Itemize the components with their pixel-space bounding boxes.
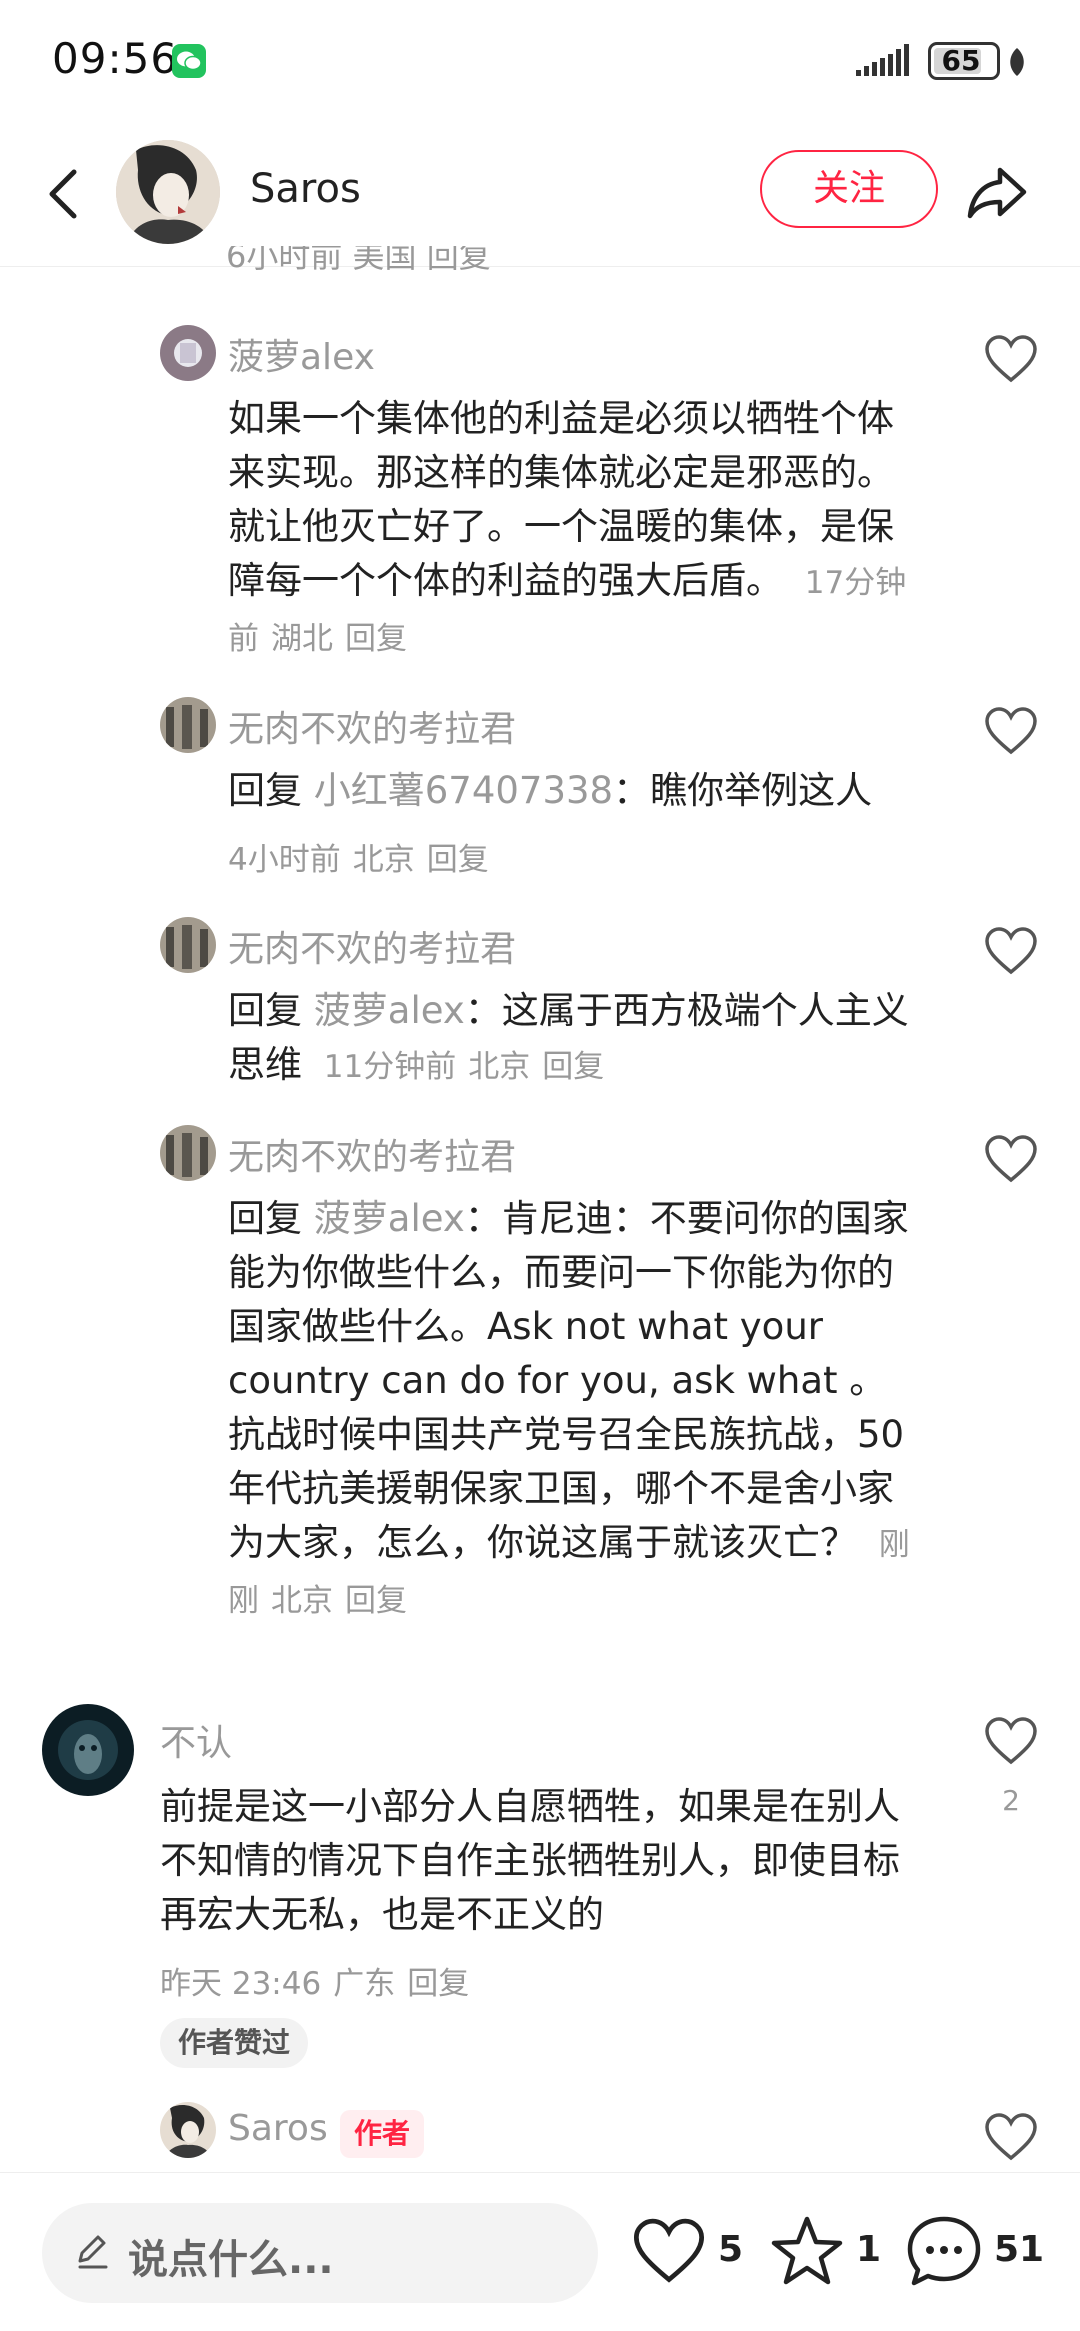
reply-link[interactable]: 回复 xyxy=(345,621,407,657)
reply-link[interactable]: 回复 xyxy=(407,1966,469,2002)
comment-input[interactable]: 说点什么... xyxy=(42,2203,598,2303)
share-icon xyxy=(967,167,1027,219)
heart-icon xyxy=(985,1717,1037,1765)
comment-body: ：肯尼迪：不要问你的国家能为你做些什么，而要问一下你能为你的国家做些什么。Ask… xyxy=(228,1197,909,1564)
heart-icon xyxy=(985,2113,1037,2161)
share-button[interactable] xyxy=(962,158,1032,228)
author-liked-badge: 作者赞过 xyxy=(160,2018,309,2068)
comment-username[interactable]: 不认 xyxy=(160,1714,232,1766)
comment-location: 北京 xyxy=(271,1583,333,1619)
reply-link[interactable]: 回复 xyxy=(427,842,489,878)
wechat-notification-icon xyxy=(172,44,206,78)
comment-input-placeholder: 说点什么... xyxy=(128,2237,334,2283)
author-name[interactable]: Saros xyxy=(250,166,361,212)
pencil-icon xyxy=(78,2235,108,2269)
reply-target-user[interactable]: 菠萝alex xyxy=(314,989,465,1032)
comment-body: ：瞧你举例这人 xyxy=(613,769,873,812)
back-button[interactable] xyxy=(34,158,94,228)
comment-meta: 昨天 23:46 广东 回复 xyxy=(160,1958,481,2003)
power-saving-leaf-icon xyxy=(1010,48,1024,76)
reply-target-user[interactable]: 菠萝alex xyxy=(314,1197,465,1240)
comment-time: 昨天 23:46 xyxy=(160,1966,322,2002)
avatar[interactable] xyxy=(160,325,216,381)
chevron-left-icon xyxy=(49,169,77,219)
comments-button[interactable]: 51 xyxy=(906,2207,1056,2297)
comment-text: 回复 小红薯67407338：瞧你举例这人 xyxy=(228,764,928,818)
comment-username[interactable]: 菠萝alex xyxy=(228,328,375,380)
comment-username[interactable]: 无肉不欢的考拉君 xyxy=(228,700,516,752)
heart-icon xyxy=(985,335,1037,383)
status-bar: 09:56 65 xyxy=(0,0,1080,130)
comment-username[interactable]: 无肉不欢的考拉君 xyxy=(228,920,516,972)
collect-count: 1 xyxy=(856,2229,882,2270)
comment-location: 广东 xyxy=(333,1966,396,2002)
comment-username[interactable]: Saros xyxy=(228,2108,328,2149)
comment-bubble-icon xyxy=(907,2216,981,2286)
avatar[interactable] xyxy=(160,2102,216,2158)
bottom-action-bar: 说点什么... 5 1 51 xyxy=(0,2172,1080,2331)
avatar[interactable] xyxy=(116,140,220,244)
reply-prefix: 回复 xyxy=(228,989,302,1032)
heart-icon xyxy=(633,2218,705,2283)
heart-icon xyxy=(985,1135,1037,1183)
reply-prefix: 回复 xyxy=(228,769,302,812)
comment-body: 如果一个集体他的利益是必须以牺牲个体来实现。那这样的集体就必定是邪恶的。就让他灭… xyxy=(228,397,894,602)
comment-like-button[interactable] xyxy=(984,706,1038,756)
comment-like-button[interactable] xyxy=(984,334,1038,384)
comment-location: 湖北 xyxy=(271,621,333,657)
avatar[interactable] xyxy=(42,1704,134,1796)
signal-icon xyxy=(856,44,909,76)
heart-icon xyxy=(985,707,1037,755)
comment-like-count: 2 xyxy=(1002,1784,1020,1817)
comment-like-button[interactable] xyxy=(984,1716,1038,1766)
comment-like-button[interactable] xyxy=(984,2112,1038,2162)
comment-count: 51 xyxy=(994,2229,1045,2270)
comment-text: 如果一个集体他的利益是必须以牺牲个体来实现。那这样的集体就必定是邪恶的。就让他灭… xyxy=(228,392,918,666)
header: Saros 关注 xyxy=(0,130,1080,267)
reply-link[interactable]: 回复 xyxy=(345,1583,407,1619)
avatar[interactable] xyxy=(160,917,216,973)
battery-icon: 65 xyxy=(928,42,1000,80)
comment-location: 北京 xyxy=(352,842,415,878)
avatar[interactable] xyxy=(160,697,216,753)
comment-location: 北京 xyxy=(468,1049,531,1085)
comment-meta: 4小时前 北京 回复 xyxy=(228,834,501,879)
status-time: 09:56 xyxy=(52,34,179,83)
reply-link[interactable]: 回复 xyxy=(542,1049,604,1085)
comment-text: 回复 菠萝alex：这属于西方极端个人主义思维 11分钟前 北京 回复 xyxy=(228,984,928,1094)
like-count: 5 xyxy=(718,2229,744,2270)
author-badge: 作者 xyxy=(340,2110,425,2158)
comment-time: 4小时前 xyxy=(228,842,341,878)
battery-level: 65 xyxy=(941,44,981,77)
comment-body: 前提是这一小部分人自愿牺牲，如果是在别人不知情的情况下自作主张牺牲别人，即使目标… xyxy=(160,1785,900,1936)
comment-username[interactable]: 无肉不欢的考拉君 xyxy=(228,1128,516,1180)
comment-like-button[interactable] xyxy=(984,926,1038,976)
heart-icon xyxy=(985,927,1037,975)
comment-text: 回复 菠萝alex：肯尼迪：不要问你的国家能为你做些什么，而要问一下你能为你的国… xyxy=(228,1192,918,1628)
reply-target-user[interactable]: 小红薯67407338 xyxy=(314,769,613,812)
like-button[interactable]: 5 xyxy=(632,2207,752,2297)
star-icon xyxy=(771,2216,843,2285)
clipped-comment-meta: 6小时前 美国 回复 xyxy=(226,246,491,275)
comment-time: 11分钟前 xyxy=(323,1049,457,1085)
reply-prefix: 回复 xyxy=(228,1197,302,1240)
comment-like-button[interactable] xyxy=(984,1134,1038,1184)
avatar[interactable] xyxy=(160,1125,216,1181)
follow-button[interactable]: 关注 xyxy=(760,150,938,228)
collect-button[interactable]: 1 xyxy=(770,2207,890,2297)
